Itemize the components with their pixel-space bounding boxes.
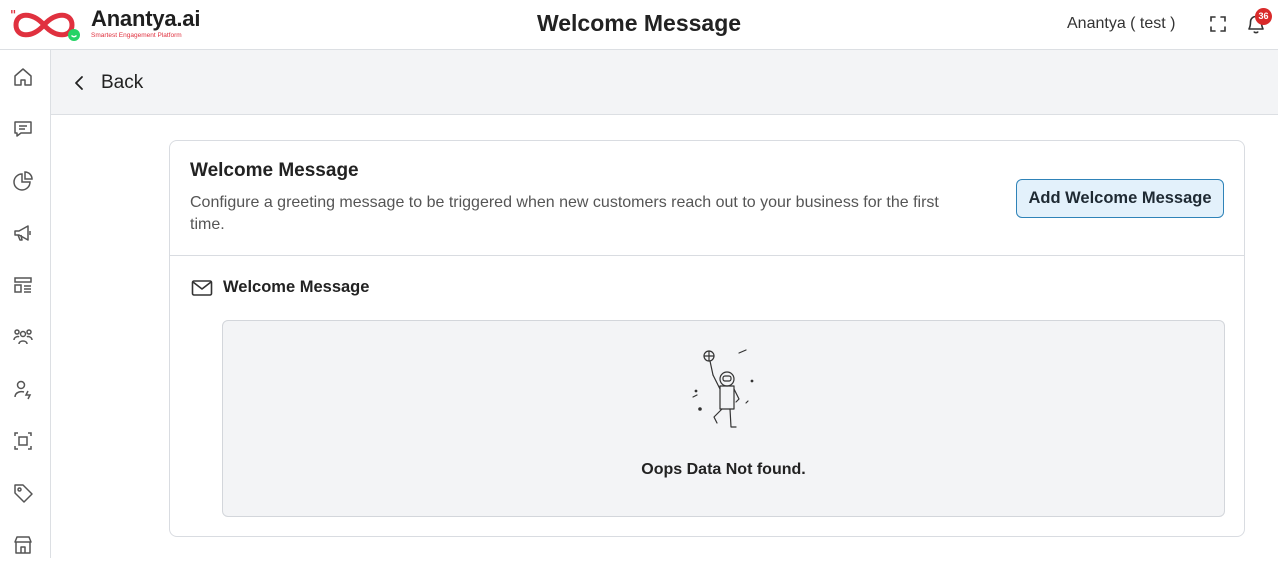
sidebar-item-home[interactable] xyxy=(12,66,34,88)
template-icon xyxy=(14,277,32,293)
section-label: Welcome Message xyxy=(223,278,370,296)
add-welcome-message-button[interactable]: Add Welcome Message xyxy=(1016,179,1224,218)
sidebar-item-integrations[interactable] xyxy=(12,430,34,452)
card-title: Welcome Message xyxy=(190,160,359,181)
tag-icon xyxy=(14,484,33,503)
sidebar-item-templates[interactable] xyxy=(12,274,34,296)
sidebar-item-tags[interactable] xyxy=(12,482,34,504)
megaphone-icon xyxy=(14,225,31,241)
sidebar-item-campaigns[interactable] xyxy=(12,222,34,244)
sidebar-item-analytics[interactable] xyxy=(12,170,34,192)
mail-icon xyxy=(191,279,213,296)
logo-mark-icon: " xyxy=(10,8,80,41)
brand-name: Anantya.ai xyxy=(91,6,201,31)
store-icon xyxy=(14,536,32,554)
empty-state-text: Oops Data Not found. xyxy=(641,461,806,478)
empty-state: Oops Data Not found. xyxy=(222,320,1225,517)
back-bar: Back xyxy=(51,50,1278,115)
focus-icon xyxy=(14,432,32,450)
user-menu[interactable]: Anantya ( test ) xyxy=(1067,15,1176,33)
sidebar-item-contacts[interactable] xyxy=(12,326,34,348)
page-title: Welcome Message xyxy=(536,10,742,36)
astronaut-illustration-icon xyxy=(692,349,754,428)
fullscreen-icon[interactable] xyxy=(1208,14,1228,34)
chevron-left-icon xyxy=(75,76,83,90)
top-bar: " Anantya.ai Smartest Engagement Platfor… xyxy=(0,0,1278,50)
welcome-message-card: Welcome Message Configure a greeting mes… xyxy=(169,140,1245,537)
sidebar-item-store[interactable] xyxy=(12,534,34,556)
notification-badge: 36 xyxy=(1255,8,1272,25)
card-header: Welcome Message Configure a greeting mes… xyxy=(170,141,1244,256)
brand-logo[interactable]: " Anantya.ai Smartest Engagement Platfor… xyxy=(10,5,210,45)
sidebar-item-agents[interactable] xyxy=(12,378,34,400)
chat-icon xyxy=(14,121,32,137)
back-label: Back xyxy=(101,72,144,93)
brand-tagline: Smartest Engagement Platform xyxy=(91,32,182,39)
svg-text:": " xyxy=(10,8,16,22)
user-bolt-icon xyxy=(14,380,32,400)
sidebar xyxy=(0,50,51,558)
users-group-icon xyxy=(13,329,33,345)
card-description: Configure a greeting message to be trigg… xyxy=(190,194,939,233)
section-header: Welcome Message xyxy=(191,278,369,297)
home-icon xyxy=(14,68,32,86)
pie-chart-icon xyxy=(13,171,33,191)
sidebar-item-chats[interactable] xyxy=(12,118,34,140)
back-button[interactable]: Back xyxy=(71,71,143,95)
